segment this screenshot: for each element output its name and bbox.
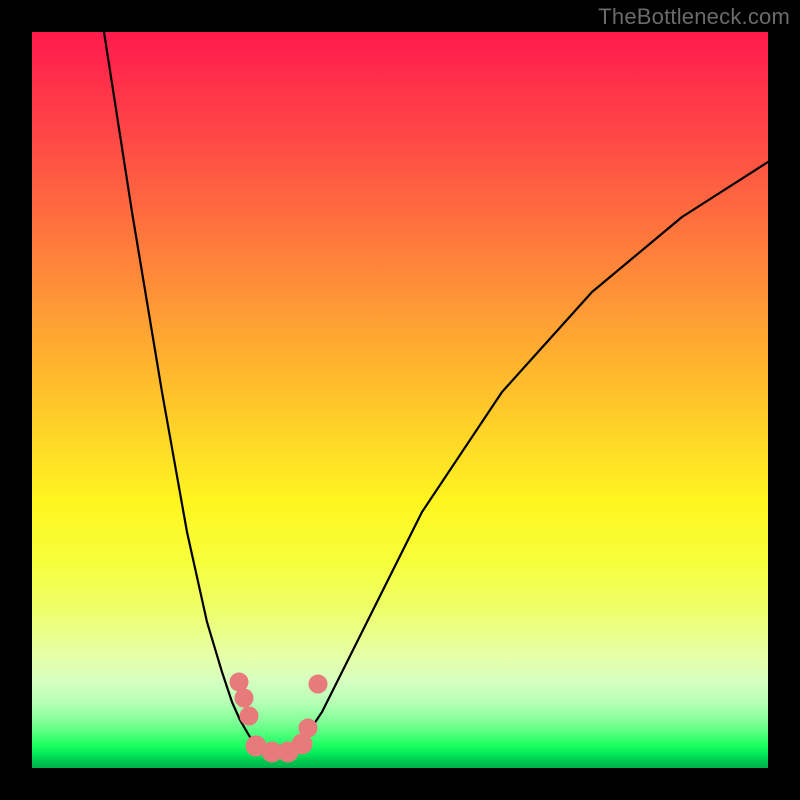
marker-right-lower [299, 719, 317, 737]
marker-layer [230, 673, 327, 762]
marker-right-upper [309, 675, 327, 693]
curve-layer [32, 32, 768, 768]
chart-frame: TheBottleneck.com [0, 0, 800, 800]
watermark-text: TheBottleneck.com [598, 4, 790, 30]
bottleneck-curve [104, 32, 768, 752]
marker-left-cluster-top-b [235, 689, 253, 707]
marker-left-cluster-mid [240, 707, 258, 725]
marker-left-cluster-top-a [230, 673, 248, 691]
plot-area [32, 32, 768, 768]
